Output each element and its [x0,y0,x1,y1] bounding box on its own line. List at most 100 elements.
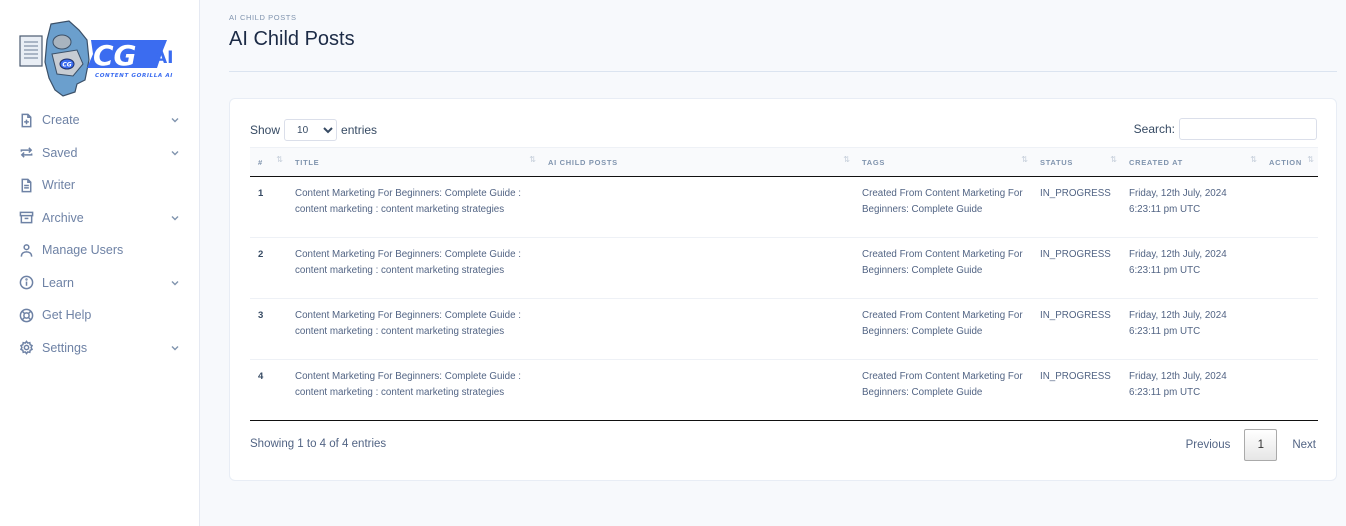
main-content: AI CHILD POSTS AI Child Posts Show 10 en… [201,0,1346,526]
pagination: Previous 1 Next [1186,429,1316,461]
row-tags: Created From Content Marketing For Begin… [862,249,1023,276]
content-gorilla-logo[interactable]: CG CG AI CONTENT GORILLA AI [17,18,179,100]
chevron-down-icon[interactable] [170,343,180,353]
page-length-control: Show 10 entries [250,119,377,141]
entries-label: entries [341,123,378,137]
sort-icon: ⇅ [276,155,283,164]
user-icon [19,243,34,258]
sidebar-item-label: Settings [42,340,88,355]
chevron-down-icon[interactable] [170,213,180,223]
page-1-button[interactable]: 1 [1244,429,1278,461]
sidebar-item-label: Archive [42,210,84,225]
sort-icon: ⇅ [1307,155,1314,164]
posts-table: # ⇅ TITLE ⇅ AI CHILD POSTS ⇅ TAGS ⇅ STATUS ⇅ … [250,147,1318,421]
row-created-at: Friday, 12th July, 2024 6:23:11 pm UTC [1129,188,1227,215]
repeat-icon [19,145,34,160]
sidebar-item-create[interactable]: Create [0,104,200,137]
row-ai-child-posts [540,177,854,238]
row-status: IN_PROGRESS [1040,249,1111,260]
row-action[interactable] [1261,360,1318,421]
row-ai-child-posts [540,299,854,360]
row-action[interactable] [1261,238,1318,299]
row-created-at: Friday, 12th July, 2024 6:23:11 pm UTC [1129,310,1227,337]
table-row[interactable]: 2 Content Marketing For Beginners: Compl… [250,238,1318,299]
svg-text:AI: AI [154,48,173,68]
row-number: 1 [258,188,264,199]
column-header-tags[interactable]: TAGS ⇅ [854,148,1032,177]
column-header-action[interactable]: ACTION ⇅ [1261,148,1318,177]
row-number: 2 [258,249,264,260]
gear-icon [19,340,34,356]
row-number: 4 [258,371,264,382]
show-label: Show [250,123,281,137]
sidebar-item-label: Writer [42,178,76,193]
search-label: Search: [1133,122,1175,136]
life-buoy-icon [19,308,34,323]
gorilla-mascot-icon: CG CG AI CONTENT GORILLA AI [19,20,173,97]
row-title: Content Marketing For Beginners: Complet… [295,371,521,398]
sidebar-item-writer[interactable]: Writer [0,169,200,202]
table-row[interactable]: 4 Content Marketing For Beginners: Compl… [250,360,1318,421]
sidebar-item-label: Create [42,113,80,128]
row-title: Content Marketing For Beginners: Complet… [295,249,521,276]
table-header-row: # ⇅ TITLE ⇅ AI CHILD POSTS ⇅ TAGS ⇅ STATUS ⇅ … [250,147,1318,177]
sidebar-nav: Create Saved Writer Archive Manage Users… [0,104,200,364]
sidebar-item-get-help[interactable]: Get Help [0,299,200,332]
table-row[interactable]: 1 Content Marketing For Beginners: Compl… [250,177,1318,238]
row-ai-child-posts [540,360,854,421]
row-status: IN_PROGRESS [1040,188,1111,199]
sort-icon: ⇅ [529,155,536,164]
sidebar-item-archive[interactable]: Archive [0,202,200,235]
search-control: Search: [1134,118,1317,140]
info-icon [19,275,34,290]
row-ai-child-posts [540,238,854,299]
sidebar-item-settings[interactable]: Settings [0,332,200,365]
search-input[interactable] [1179,118,1317,140]
column-header-number[interactable]: # ⇅ [250,148,287,177]
sidebar-item-saved[interactable]: Saved [0,137,200,170]
row-number: 3 [258,310,264,321]
svg-text:CG: CG [62,62,71,69]
table-info: Showing 1 to 4 of 4 entries [250,438,387,450]
header-divider [229,71,1337,72]
page-title: AI Child Posts [229,28,355,50]
previous-page-button[interactable]: Previous [1186,439,1231,451]
sort-icon: ⇅ [843,155,850,164]
posts-table-card: Show 10 entries Search: # ⇅ TITLE ⇅ AI CHI… [229,98,1337,481]
sort-icon: ⇅ [1021,155,1028,164]
breadcrumb[interactable]: AI CHILD POSTS [229,13,297,22]
row-action[interactable] [1261,299,1318,360]
row-tags: Created From Content Marketing For Begin… [862,371,1023,398]
page-length-select[interactable]: 10 [284,119,338,141]
archive-icon [19,210,34,225]
column-header-created-at[interactable]: CREATED AT ⇅ [1121,148,1261,177]
sidebar: CG CG AI CONTENT GORILLA AI Create Saved… [0,0,200,526]
column-header-status[interactable]: STATUS ⇅ [1032,148,1121,177]
chevron-down-icon[interactable] [170,148,180,158]
row-created-at: Friday, 12th July, 2024 6:23:11 pm UTC [1129,249,1227,276]
next-page-button[interactable]: Next [1292,439,1316,451]
row-title: Content Marketing For Beginners: Complet… [295,310,521,337]
sidebar-item-label: Learn [42,275,74,290]
sidebar-item-label: Get Help [42,308,92,323]
svg-text:CONTENT GORILLA AI: CONTENT GORILLA AI [95,73,173,79]
svg-text:CG: CG [93,39,137,72]
sort-icon: ⇅ [1110,155,1117,164]
column-header-ai-child-posts[interactable]: AI CHILD POSTS ⇅ [540,148,854,177]
table-row[interactable]: 3 Content Marketing For Beginners: Compl… [250,299,1318,360]
file-text-icon [19,178,34,193]
sidebar-item-label: Saved [42,145,78,160]
sidebar-item-learn[interactable]: Learn [0,267,200,300]
column-header-title[interactable]: TITLE ⇅ [287,148,540,177]
chevron-down-icon[interactable] [170,278,180,288]
sort-icon: ⇅ [1250,155,1257,164]
sidebar-item-manage-users[interactable]: Manage Users [0,234,200,267]
row-status: IN_PROGRESS [1040,310,1111,321]
chevron-down-icon[interactable] [170,115,180,125]
row-tags: Created From Content Marketing For Begin… [862,188,1023,215]
row-title: Content Marketing For Beginners: Complet… [295,188,521,215]
row-created-at: Friday, 12th July, 2024 6:23:11 pm UTC [1129,371,1227,398]
row-action[interactable] [1261,177,1318,238]
row-status: IN_PROGRESS [1040,371,1111,382]
row-tags: Created From Content Marketing For Begin… [862,310,1023,337]
